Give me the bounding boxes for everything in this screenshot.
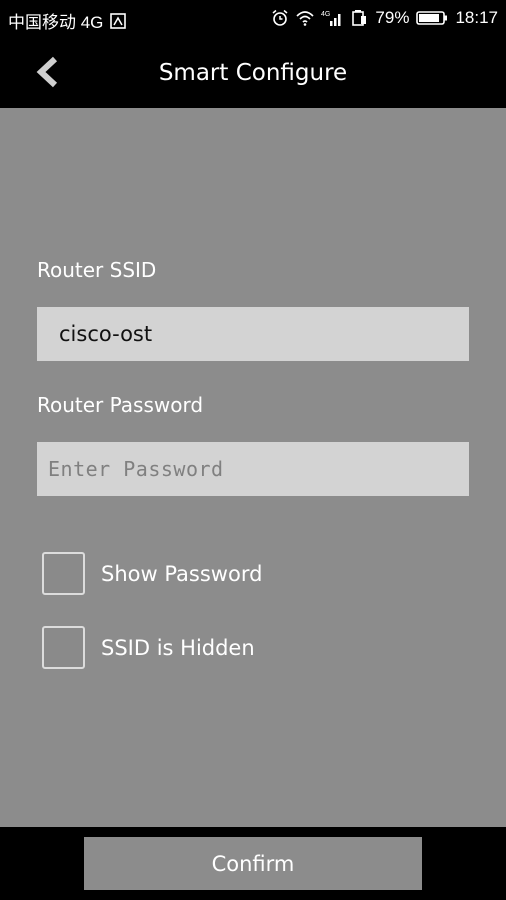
carrier-label: 中国移动 4G bbox=[8, 13, 104, 32]
title-bar: Smart Configure bbox=[0, 36, 506, 108]
confirm-button[interactable]: Confirm bbox=[84, 837, 422, 890]
svg-text:4G: 4G bbox=[321, 11, 330, 18]
alarm-icon bbox=[271, 9, 289, 27]
bottom-bar: Confirm bbox=[0, 827, 506, 900]
battery-percent: 79% bbox=[375, 8, 410, 27]
sim-icon bbox=[109, 12, 127, 30]
battery-saver-icon bbox=[350, 9, 368, 27]
battery-icon bbox=[416, 9, 448, 27]
ssid-label: Router SSID bbox=[37, 258, 157, 282]
status-bar: 中国移动 4G 4G 79% 18:17 bbox=[0, 0, 506, 36]
status-right: 4G 79% 18:17 bbox=[271, 8, 498, 28]
show-password-row[interactable]: Show Password bbox=[42, 552, 262, 595]
password-input[interactable] bbox=[37, 442, 469, 496]
smart-configure-screen: 中国移动 4G 4G 79% 18:17 Smart Configure Rou… bbox=[0, 0, 506, 900]
status-left: 中国移动 4G bbox=[8, 8, 127, 33]
password-label: Router Password bbox=[37, 393, 204, 417]
ssid-input[interactable] bbox=[37, 307, 469, 361]
ssid-hidden-label: SSID is Hidden bbox=[101, 635, 255, 660]
status-time: 18:17 bbox=[455, 8, 498, 27]
show-password-label: Show Password bbox=[101, 561, 263, 586]
ssid-hidden-row[interactable]: SSID is Hidden bbox=[42, 626, 255, 669]
ssid-hidden-checkbox[interactable] bbox=[42, 626, 85, 669]
page-title: Smart Configure bbox=[158, 60, 348, 86]
show-password-checkbox[interactable] bbox=[42, 552, 85, 595]
signal-icon: 4G bbox=[321, 9, 343, 27]
wifi-icon bbox=[296, 9, 315, 27]
